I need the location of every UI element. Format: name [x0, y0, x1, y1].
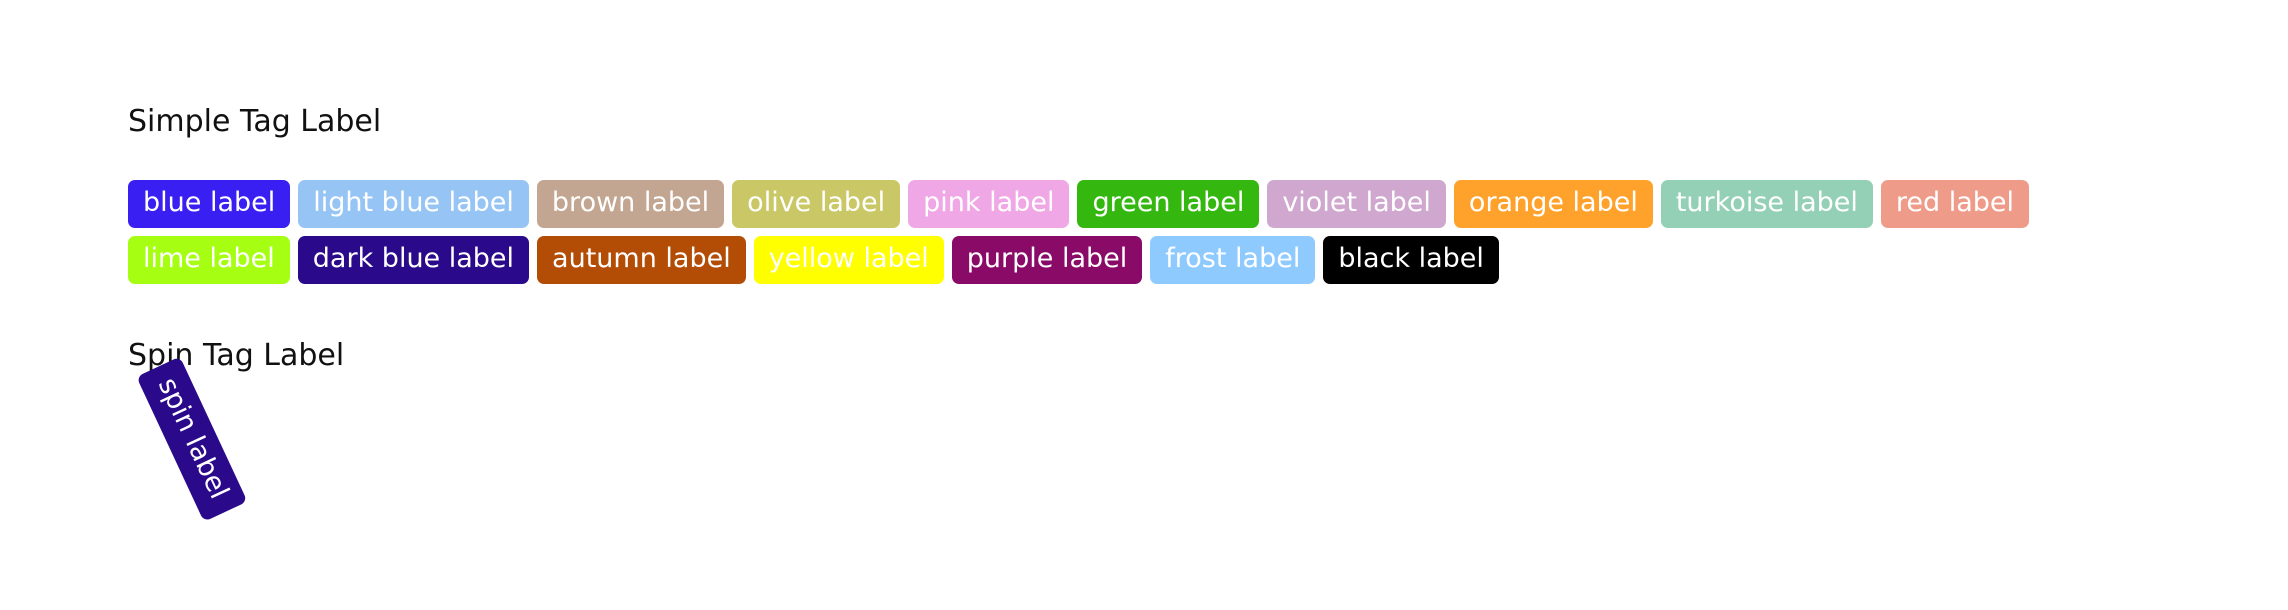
- tag-green-label: green label: [1077, 180, 1260, 228]
- tag-lime-label: lime label: [128, 236, 290, 284]
- tag-olive-label: olive label: [732, 180, 901, 228]
- tag-purple-label: purple label: [951, 236, 1143, 284]
- tag-blue-label: blue label: [128, 180, 291, 228]
- tag-red-label: red label: [1880, 180, 2030, 228]
- tag-row-1: blue label light blue label brown label oli…: [128, 180, 2030, 228]
- tag-orange-label: orange label: [1453, 180, 1653, 228]
- tag-light-blue-label: light blue label: [298, 180, 529, 228]
- tag-frost-label: frost label: [1150, 236, 1316, 284]
- tag-violet-label: violet label: [1267, 180, 1446, 228]
- tag-turkoise-label: turkoise label: [1660, 180, 1873, 228]
- simple-tag-label-title: Simple Tag Label: [128, 104, 382, 139]
- tag-autumn-label: autumn label: [537, 236, 746, 284]
- spin-tag: spin label: [136, 356, 248, 522]
- tag-black-label: black label: [1323, 236, 1499, 284]
- tag-row-2: lime label dark blue label autumn label yel…: [128, 236, 1499, 284]
- tag-dark-blue-label: dark blue label: [297, 236, 530, 284]
- tag-brown-label: brown label: [536, 180, 725, 228]
- tag-pink-label: pink label: [908, 180, 1070, 228]
- tag-yellow-label: yellow label: [753, 236, 944, 284]
